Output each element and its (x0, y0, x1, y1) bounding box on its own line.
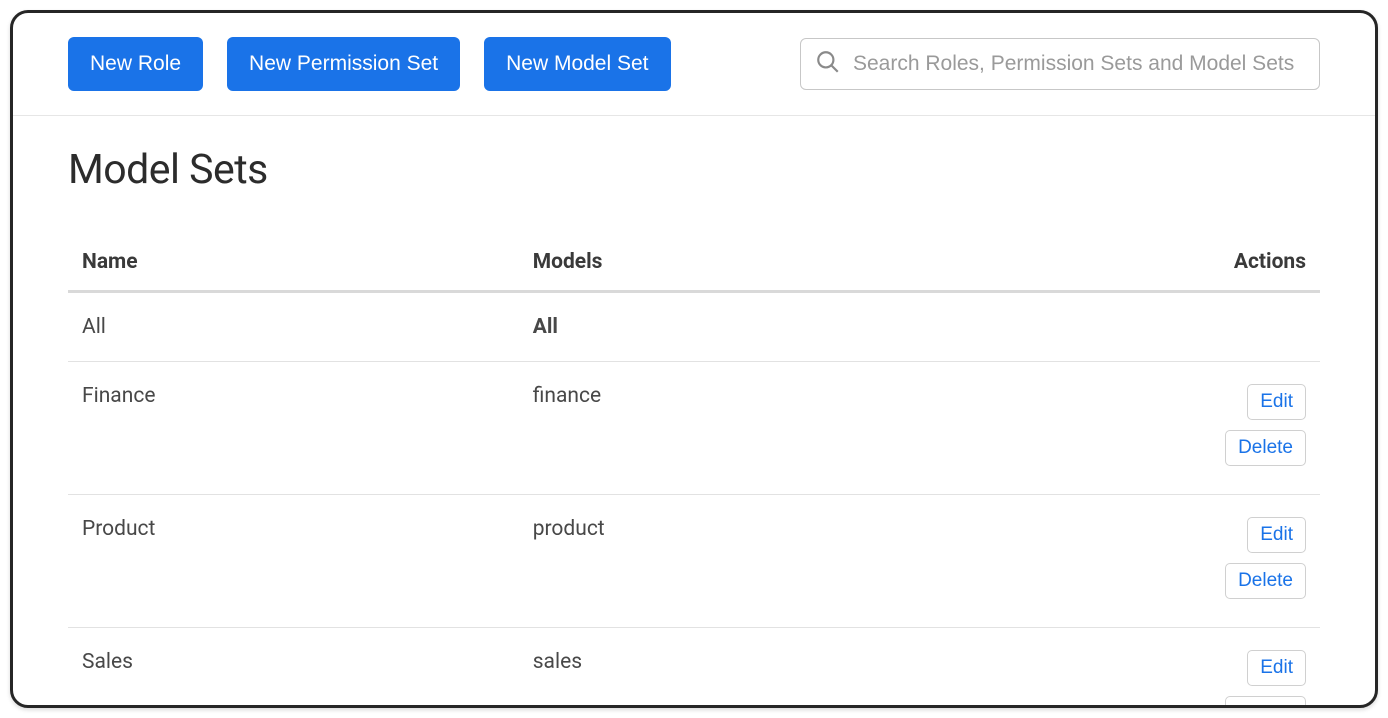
cell-models: product (519, 495, 1070, 628)
new-permission-set-button[interactable]: New Permission Set (227, 37, 460, 91)
cell-actions: Edit Delete (1070, 362, 1320, 495)
action-stack: Edit Delete (1225, 517, 1306, 605)
model-sets-table: Name Models Actions AllAllFinancefinance… (68, 234, 1320, 708)
delete-button[interactable]: Delete (1225, 563, 1306, 599)
table-row: Salessales Edit Delete (68, 628, 1320, 709)
page-title: Model Sets (68, 146, 1320, 194)
cell-name: Product (68, 495, 519, 628)
cell-name: All (68, 292, 519, 362)
col-header-actions: Actions (1070, 234, 1320, 292)
new-model-set-button[interactable]: New Model Set (484, 37, 670, 91)
action-stack: Edit Delete (1225, 650, 1306, 708)
table-header-row: Name Models Actions (68, 234, 1320, 292)
edit-button[interactable]: Edit (1247, 650, 1306, 686)
delete-button[interactable]: Delete (1225, 696, 1306, 708)
app-window: New Role New Permission Set New Model Se… (10, 10, 1378, 708)
cell-actions: Edit Delete (1070, 495, 1320, 628)
table-body: AllAllFinancefinanceEditDeleteProductpro… (68, 292, 1320, 709)
cell-actions (1070, 292, 1320, 362)
col-header-models: Models (519, 234, 1070, 292)
table-row: AllAll (68, 292, 1320, 362)
cell-models: finance (519, 362, 1070, 495)
search-field[interactable] (800, 38, 1320, 90)
new-role-button[interactable]: New Role (68, 37, 203, 91)
edit-button[interactable]: Edit (1247, 384, 1306, 420)
col-header-name: Name (68, 234, 519, 292)
search-icon (815, 49, 853, 79)
cell-models: All (519, 292, 1070, 362)
cell-name: Sales (68, 628, 519, 709)
delete-button[interactable]: Delete (1225, 430, 1306, 466)
table-row: Productproduct Edit Delete (68, 495, 1320, 628)
cell-models: sales (519, 628, 1070, 709)
cell-actions: Edit Delete (1070, 628, 1320, 709)
search-input[interactable] (853, 52, 1305, 76)
main-content: Model Sets Name Models Actions AllAllFin… (13, 116, 1375, 708)
cell-name: Finance (68, 362, 519, 495)
table-row: Financefinance Edit Delete (68, 362, 1320, 495)
toolbar: New Role New Permission Set New Model Se… (13, 13, 1375, 116)
action-stack: Edit Delete (1225, 384, 1306, 472)
edit-button[interactable]: Edit (1247, 517, 1306, 553)
